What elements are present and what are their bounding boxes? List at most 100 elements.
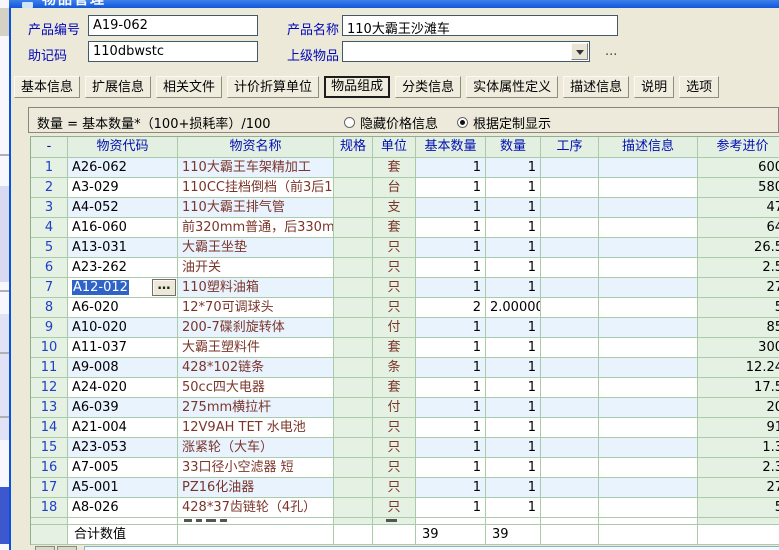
cell-unit[interactable]: 条 xyxy=(373,358,416,378)
cell-code[interactable]: A4-052 xyxy=(68,198,178,218)
cell-base-qty[interactable]: 1 xyxy=(416,278,486,298)
row-selector[interactable]: 4 xyxy=(31,218,68,238)
cell-code[interactable]: A7-005 xyxy=(68,458,178,478)
cell-desc[interactable] xyxy=(599,378,698,398)
cell-process[interactable] xyxy=(541,458,599,478)
cell-process[interactable] xyxy=(541,398,599,418)
cell-name[interactable]: 275mm横拉杆 xyxy=(178,398,334,418)
cell-process[interactable] xyxy=(541,198,599,218)
cell-spec[interactable] xyxy=(334,318,373,338)
cell-qty[interactable]: 1 xyxy=(486,418,541,438)
nav-button[interactable] xyxy=(35,546,55,550)
cell-process[interactable] xyxy=(541,298,599,318)
cell-code[interactable]: A23-262 xyxy=(68,258,178,278)
radio-display-by-customization[interactable]: 根据定制显示 xyxy=(457,113,551,132)
column-header[interactable]: 基本数量 xyxy=(416,137,486,158)
cell-unit[interactable]: 套 xyxy=(373,218,416,238)
cell-desc[interactable] xyxy=(599,438,698,458)
cell-process[interactable] xyxy=(541,258,599,278)
column-header[interactable]: 描述信息 xyxy=(599,137,698,158)
cell-spec[interactable] xyxy=(334,198,373,218)
cell-unit[interactable]: 付 xyxy=(373,398,416,418)
cell-desc[interactable] xyxy=(599,478,698,498)
cell-spec[interactable] xyxy=(334,218,373,238)
cell-name[interactable]: 110大霸王车架精加工 xyxy=(178,158,334,178)
cell-base-qty[interactable]: 1 xyxy=(416,398,486,418)
cell-unit[interactable]: 支 xyxy=(373,198,416,218)
cell-qty[interactable]: 1 xyxy=(486,378,541,398)
cell-name[interactable]: 110CC挂档倒档（前3后1 xyxy=(178,178,334,198)
cell-desc[interactable] xyxy=(599,338,698,358)
cell-spec[interactable] xyxy=(334,458,373,478)
cell-name[interactable]: 油开关 xyxy=(178,258,334,278)
cell-price[interactable]: 5 xyxy=(698,298,779,318)
cell-code[interactable]: A16-060 xyxy=(68,218,178,238)
cell-base-qty[interactable]: 1 xyxy=(416,438,486,458)
cell-unit[interactable]: 只 xyxy=(373,278,416,298)
product-code-input[interactable]: A19-062 xyxy=(88,15,258,36)
cell-code[interactable]: A6-020 xyxy=(68,298,178,318)
cell-price[interactable]: 91 xyxy=(698,418,779,438)
cell-price[interactable]: 2.3 xyxy=(698,458,779,478)
cell-qty[interactable]: 1 xyxy=(486,238,541,258)
cell-spec[interactable] xyxy=(334,258,373,278)
cell-spec[interactable] xyxy=(334,238,373,258)
cell-name[interactable]: 33口径小空滤器 短 xyxy=(178,458,334,478)
cell-base-qty[interactable]: 1 xyxy=(416,478,486,498)
cell-base-qty[interactable]: 1 xyxy=(416,158,486,178)
column-header[interactable]: 数量 xyxy=(486,137,541,158)
cell-base-qty[interactable]: 1 xyxy=(416,318,486,338)
cell-desc[interactable] xyxy=(599,158,698,178)
cell-name[interactable]: 前320mm普通，后330mm xyxy=(178,218,334,238)
cell-unit[interactable]: 只 xyxy=(373,438,416,458)
row-selector[interactable]: 3 xyxy=(31,198,68,218)
row-selector[interactable]: 18 xyxy=(31,498,68,518)
cell-code[interactable]: A3-029 xyxy=(68,178,178,198)
cell-name[interactable]: 12*70可调球头 xyxy=(178,298,334,318)
cell-name[interactable]: 涨紧轮（大车） xyxy=(178,438,334,458)
cell-desc[interactable] xyxy=(599,358,698,378)
cell-qty[interactable]: 1 xyxy=(486,158,541,178)
cell-qty[interactable]: 1 xyxy=(486,478,541,498)
cell-name[interactable]: 大霸王塑料件 xyxy=(178,338,334,358)
radio-hide-price-info[interactable]: 隐藏价格信息 xyxy=(344,113,438,132)
cell-code[interactable]: A10-020 xyxy=(68,318,178,338)
row-selector[interactable]: 5 xyxy=(31,238,68,258)
cell-price[interactable]: 17.5 xyxy=(698,378,779,398)
cell-price[interactable]: 20 xyxy=(698,398,779,418)
cell-spec[interactable] xyxy=(334,278,373,298)
cell-process[interactable] xyxy=(541,418,599,438)
cell-qty[interactable]: 1 xyxy=(486,398,541,418)
cell-base-qty[interactable]: 1 xyxy=(416,418,486,438)
cell-price[interactable]: 580 xyxy=(698,178,779,198)
cell-spec[interactable] xyxy=(334,478,373,498)
cell-desc[interactable] xyxy=(599,318,698,338)
cell-qty[interactable]: 1 xyxy=(486,498,541,518)
lookup-ellipsis-button[interactable]: … xyxy=(152,279,176,296)
cell-unit[interactable]: 台 xyxy=(373,178,416,198)
cell-qty[interactable]: 1 xyxy=(486,358,541,378)
cell-process[interactable] xyxy=(541,498,599,518)
cell-price[interactable]: 26.5 xyxy=(698,238,779,258)
row-selector[interactable]: 12 xyxy=(31,378,68,398)
cell-name[interactable]: PZ16化油器 xyxy=(178,478,334,498)
row-selector[interactable]: 7 xyxy=(31,278,68,298)
row-selector[interactable]: 14 xyxy=(31,418,68,438)
cell-unit[interactable]: 套 xyxy=(373,338,416,358)
cell-qty[interactable]: 1 xyxy=(486,458,541,478)
cell-desc[interactable] xyxy=(599,218,698,238)
cell-unit[interactable]: 套 xyxy=(373,378,416,398)
cell-unit[interactable]: 付 xyxy=(373,318,416,338)
cell-name[interactable]: 大霸王坐垫 xyxy=(178,238,334,258)
tab-basic-info[interactable]: 基本信息 xyxy=(14,76,80,98)
cell-desc[interactable] xyxy=(599,198,698,218)
cell-unit[interactable]: 套 xyxy=(373,158,416,178)
cell-code[interactable]: A23-053 xyxy=(68,438,178,458)
column-header[interactable]: 工序 xyxy=(541,137,599,158)
cell-base-qty[interactable]: 1 xyxy=(416,338,486,358)
cell-desc[interactable] xyxy=(599,498,698,518)
cell-price[interactable]: 27 xyxy=(698,478,779,498)
column-header[interactable]: 物资代码 xyxy=(68,137,178,158)
cell-process[interactable] xyxy=(541,438,599,458)
cell-desc[interactable] xyxy=(599,398,698,418)
